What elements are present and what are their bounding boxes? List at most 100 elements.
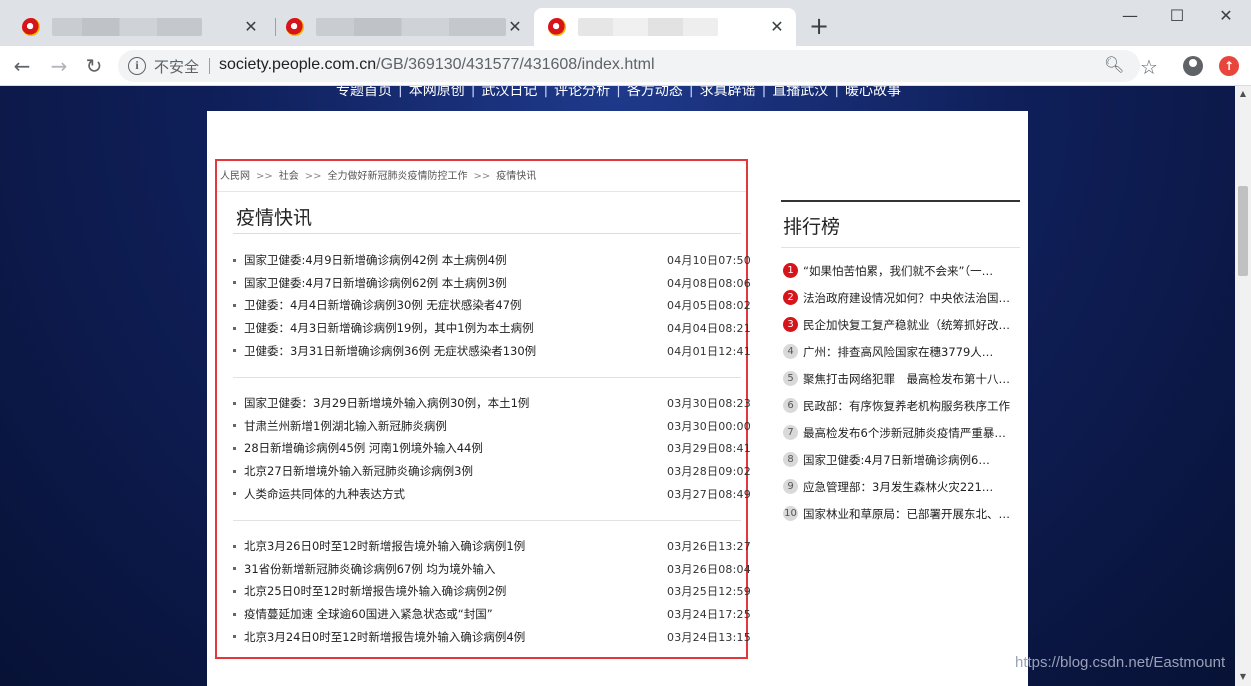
topic-nav-link[interactable]: 武汉日记 [475,86,543,100]
news-item[interactable]: 28日新增确诊病例45例 河南1例境外输入44例 03月29日08:41 [229,437,751,460]
topic-nav-link[interactable]: 暖心故事 [839,86,907,100]
address-bar[interactable]: i 不安全 society.people.com.cn/GB/369130/43… [118,50,1140,82]
url-host[interactable]: society.people.com.cn [219,56,376,73]
ranking-link[interactable]: 法治政府建设情况如何？中央依法治国… [803,290,1015,306]
ranking-item[interactable]: 4 广州：排查高风险国家在穗3779人… [781,338,1020,365]
ranking-link[interactable]: 最高检发布6个涉新冠肺炎疫情严重暴… [803,425,1015,441]
info-icon[interactable]: i [128,57,146,75]
topic-nav: 专题首页 | 本网原创 | 武汉日记 | 评论分析 | 各方动态 | 求真辟谣 | 直播武汉 | 暖心故事 [330,86,907,100]
news-link[interactable]: 卫健委：3月31日新增确诊病例36例 无症状感染者130例 [244,343,667,359]
account-avatar-icon[interactable] [1183,56,1203,76]
tab-close-icon[interactable]: ✕ [506,18,524,36]
minimize-button[interactable]: — [1107,4,1153,28]
bullet-icon [233,303,236,307]
url-path[interactable]: /GB/369130/431577/431608/index.html [376,56,654,73]
news-item[interactable]: 31省份新增新冠肺炎确诊病例67例 均为境外输入 03月26日08:04 [229,558,751,581]
ranking-item[interactable]: 9 应急管理部：3月发生森林火灾221… [781,473,1020,500]
news-item[interactable]: 国家卫健委:4月9日新增确诊病例42例 本土病例4例 04月10日07:50 [229,249,751,272]
news-link[interactable]: 疫情蔓延加速 全球逾60国进入紧急状态或“封国” [244,606,667,622]
browser-tab[interactable]: ✕ [8,8,270,46]
maximize-button[interactable]: ☐ [1154,4,1200,28]
browser-toolbar: ← → ↻ i 不安全 society.people.com.cn/GB/369… [0,46,1251,86]
ranking-link[interactable]: “如果怕苦怕累，我们就不会来”（一… [803,263,1015,279]
ranking-item[interactable]: 10 国家林业和草原局：已部署开展东北、… [781,500,1020,527]
news-link[interactable]: 卫健委：4月4日新增确诊病例30例 无症状感染者47例 [244,297,667,313]
extension-icon[interactable]: ↑ [1219,56,1239,76]
news-link[interactable]: 北京3月24日0时至12时新增报告境外输入确诊病例4例 [244,629,667,645]
news-item[interactable]: 北京27日新增境外输入新冠肺炎确诊病例3例 03月28日09:02 [229,460,751,483]
browser-tab-active[interactable]: ✕ [534,8,796,46]
ranking-top-border [781,200,1020,202]
reload-icon[interactable]: ↻ [80,52,108,80]
news-link[interactable]: 国家卫健委:4月9日新增确诊病例42例 本土病例4例 [244,252,667,268]
scroll-thumb[interactable] [1238,186,1248,276]
ranking-link[interactable]: 国家卫健委:4月7日新增确诊病例6… [803,452,1015,468]
news-link[interactable]: 北京27日新增境外输入新冠肺炎确诊病例3例 [244,463,667,479]
news-link[interactable]: 31省份新增新冠肺炎确诊病例67例 均为境外输入 [244,561,667,577]
news-item[interactable]: 卫健委：4月3日新增确诊病例19例，其中1例为本土病例 04月04日08:21 [229,317,751,340]
scroll-up-icon[interactable]: ▲ [1238,89,1248,99]
ranking-item[interactable]: 1 “如果怕苦怕累，我们就不会来”（一… [781,257,1020,284]
new-tab-button[interactable]: + [806,14,832,40]
rank-number-badge: 10 [783,506,798,521]
topic-nav-link[interactable]: 专题首页 [330,86,398,100]
topic-nav-link[interactable]: 直播武汉 [766,86,834,100]
ranking-item[interactable]: 6 民政部：有序恢复养老机构服务秩序工作 [781,392,1020,419]
news-link[interactable]: 国家卫健委：3月29日新增境外输入病例30例，本土1例 [244,395,667,411]
news-item[interactable]: 北京25日0时至12时新增报告境外输入确诊病例2例 03月25日12:59 [229,580,751,603]
news-group: 国家卫健委:4月9日新增确诊病例42例 本土病例4例 04月10日07:50 国家卫… [229,249,751,362]
ranking-item[interactable]: 3 民企加快复工复产稳就业（统筹抓好改… [781,311,1020,338]
news-link[interactable]: 人类命运共同体的九种表达方式 [244,486,667,502]
page-scrollbar[interactable]: ▲ ▼ [1235,86,1251,686]
tab-title-redacted [52,18,202,36]
ranking-link[interactable]: 聚焦打击网络犯罪 最高检发布第十八… [803,371,1015,387]
news-item[interactable]: 卫健委：4月4日新增确诊病例30例 无症状感染者47例 04月05日08:02 [229,294,751,317]
group-divider [233,377,741,378]
scroll-down-icon[interactable]: ▼ [1238,672,1248,682]
ranking-link[interactable]: 国家林业和草原局：已部署开展东北、… [803,506,1015,522]
ranking-item[interactable]: 7 最高检发布6个涉新冠肺炎疫情严重暴… [781,419,1020,446]
news-link[interactable]: 卫健委：4月3日新增确诊病例19例，其中1例为本土病例 [244,320,667,336]
news-item[interactable]: 国家卫健委：3月29日新增境外输入病例30例，本土1例 03月30日08:23 [229,392,751,415]
url-text[interactable]: society.people.com.cn/GB/369130/431577/4… [219,56,655,74]
news-item[interactable]: 卫健委：3月31日新增确诊病例36例 无症状感染者130例 04月01日12:41 [229,339,751,362]
breadcrumb-topic-link[interactable]: 全力做好新冠肺炎疫情防控工作 [328,171,468,182]
ranking-item[interactable]: 5 聚焦打击网络犯罪 最高检发布第十八… [781,365,1020,392]
news-item[interactable]: 甘肃兰州新增1例湖北输入新冠肺炎病例 03月30日00:00 [229,415,751,438]
news-item[interactable]: 疫情蔓延加速 全球逾60国进入紧急状态或“封国” 03月24日17:25 [229,603,751,626]
security-label[interactable]: 不安全 [154,56,199,77]
news-link[interactable]: 28日新增确诊病例45例 河南1例境外输入44例 [244,440,667,456]
ranking-link[interactable]: 民政部：有序恢复养老机构服务秩序工作 [803,398,1015,414]
breadcrumb-section-link[interactable]: 社会 [279,171,299,182]
close-window-button[interactable]: ✕ [1203,4,1249,28]
forward-arrow-icon[interactable]: → [45,52,73,80]
people-daily-favicon-icon [22,18,40,36]
news-item[interactable]: 北京3月24日0时至12时新增报告境外输入确诊病例4例 03月24日13:15 [229,625,751,648]
news-link[interactable]: 北京3月26日0时至12时新增报告境外输入确诊病例1例 [244,538,667,554]
news-link[interactable]: 国家卫健委:4月7日新增确诊病例62例 本土病例3例 [244,275,667,291]
breadcrumb-separator: >> [256,171,273,182]
tab-close-icon[interactable]: ✕ [242,18,260,36]
ranking-link[interactable]: 广州：排查高风险国家在穗3779人… [803,344,1015,360]
ranking-link[interactable]: 应急管理部：3月发生森林火灾221… [803,479,1015,495]
zoom-icon[interactable]: 🔍︎ [1104,55,1124,74]
news-item[interactable]: 国家卫健委:4月7日新增确诊病例62例 本土病例3例 04月08日08:06 [229,272,751,295]
bookmark-star-icon[interactable]: ☆ [1140,55,1158,79]
breadcrumb-current[interactable]: 疫情快讯 [496,171,536,182]
news-item[interactable]: 人类命运共同体的九种表达方式 03月27日08:49 [229,482,751,505]
topic-nav-link[interactable]: 本网原创 [403,86,471,100]
news-item[interactable]: 北京3月26日0时至12时新增报告境外输入确诊病例1例 03月26日13:27 [229,535,751,558]
browser-tab[interactable]: ✕ [272,8,534,46]
news-link[interactable]: 甘肃兰州新增1例湖北输入新冠肺炎病例 [244,418,667,434]
topic-nav-link[interactable]: 各方动态 [621,86,689,100]
news-link[interactable]: 北京25日0时至12时新增报告境外输入确诊病例2例 [244,583,667,599]
title-divider [233,233,741,234]
topic-nav-link[interactable]: 评论分析 [548,86,616,100]
breadcrumb-home-link[interactable]: 人民网 [220,171,250,182]
tab-close-icon[interactable]: ✕ [768,18,786,36]
topic-nav-link[interactable]: 求真辟谣 [694,86,762,100]
ranking-item[interactable]: 2 法治政府建设情况如何？中央依法治国… [781,284,1020,311]
back-arrow-icon[interactable]: ← [8,52,36,80]
ranking-item[interactable]: 8 国家卫健委:4月7日新增确诊病例6… [781,446,1020,473]
ranking-link[interactable]: 民企加快复工复产稳就业（统筹抓好改… [803,317,1015,333]
